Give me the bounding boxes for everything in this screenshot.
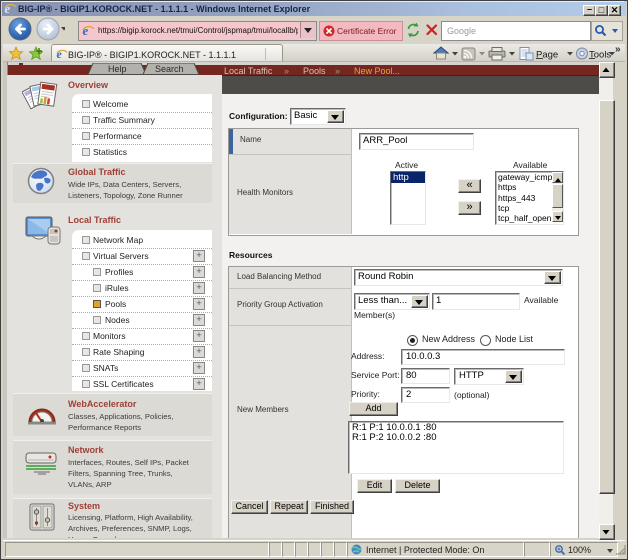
svg-text:e: e (83, 24, 89, 37)
svg-text:e: e (5, 2, 11, 15)
svg-text:e: e (56, 48, 62, 60)
